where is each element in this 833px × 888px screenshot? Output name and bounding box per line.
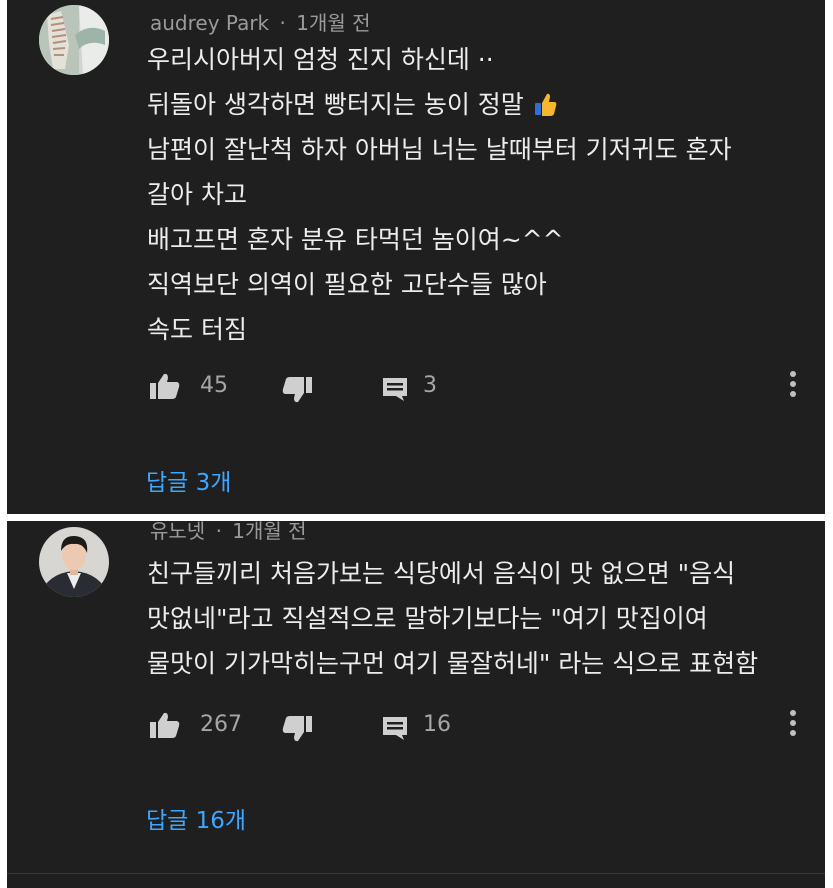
comment-icon[interactable]: [382, 716, 408, 744]
like-count: 267: [200, 712, 242, 737]
comment-line-with-emoji: 뒤돌아 생각하면 빵터지는 농이 정말: [147, 82, 817, 127]
author-name[interactable]: 유노넷: [150, 521, 205, 543]
divider: [7, 873, 825, 874]
view-replies-button[interactable]: 답글 16개: [146, 801, 246, 835]
comment-card-2: 유노넷 · 1개월 전 친구들끼리 처음가보는 식당에서 음식이 맛 없으면 "…: [7, 521, 825, 888]
comment-text: 친구들끼리 처음가보는 식당에서 음식이 맛 없으면 "음식 맛없네"라고 직설…: [147, 551, 817, 686]
comment-time[interactable]: 1개월 전: [296, 11, 370, 35]
thumbs-down-icon[interactable]: [282, 716, 312, 746]
thumbs-up-icon[interactable]: [150, 373, 180, 403]
comment-line: 물맛이 기가막히는구먼 여기 물잘허네" 라는 식으로 표현함: [147, 649, 759, 678]
more-vertical-icon[interactable]: [789, 371, 797, 401]
comment-line: 맛없네"라고 직설적으로 말하기보다는 "여기 맛집이여: [147, 604, 708, 633]
comment-icon[interactable]: [382, 377, 408, 405]
thumbs-up-icon[interactable]: [150, 712, 180, 742]
comment-meta: 유노넷 · 1개월 전: [150, 521, 307, 544]
comment-line: 남편이 잘난척 하자 아버님 너는 날때부터 기저귀도 혼자: [147, 135, 732, 164]
more-vertical-icon[interactable]: [789, 710, 797, 740]
thumbs-up-emoji-icon: [534, 86, 558, 131]
comment-text: 우리시아버지 엄청 진지 하신데 ·· 뒤돌아 생각하면 빵터지는 농이 정말 …: [147, 37, 817, 352]
meta-separator: ·: [215, 521, 222, 543]
like-count: 45: [200, 373, 228, 398]
comment-line: 속도 터짐: [147, 315, 247, 344]
reply-count: 16: [423, 712, 451, 737]
thumbs-down-icon[interactable]: [282, 377, 312, 407]
comment-meta: audrey Park · 1개월 전: [150, 7, 371, 36]
comment-card-1: audrey Park · 1개월 전 우리시아버지 엄청 진지 하신데 ·· …: [7, 0, 825, 514]
author-name[interactable]: audrey Park: [150, 11, 269, 35]
comment-line: 직역보단 의역이 필요한 고단수들 많아: [147, 270, 547, 299]
comment-time[interactable]: 1개월 전: [232, 521, 306, 543]
comment-actions: 267 16: [150, 708, 825, 744]
reply-count: 3: [423, 373, 437, 398]
comment-line: 배고프면 혼자 분유 타먹던 놈이여~^^: [147, 225, 564, 254]
comment-line: 갈아 차고: [147, 180, 247, 209]
comment-actions: 45 3: [150, 369, 825, 405]
comment-line: 뒤돌아 생각하면 빵터지는 농이 정말: [147, 90, 524, 119]
view-replies-button[interactable]: 답글 3개: [146, 463, 231, 497]
comment-line: 친구들끼리 처음가보는 식당에서 음식이 맛 없으면 "음식: [147, 559, 736, 588]
comment-line: 우리시아버지 엄청 진지 하신데 ··: [147, 45, 494, 74]
avatar[interactable]: [39, 5, 109, 75]
avatar[interactable]: [39, 527, 109, 597]
meta-separator: ·: [279, 11, 286, 35]
